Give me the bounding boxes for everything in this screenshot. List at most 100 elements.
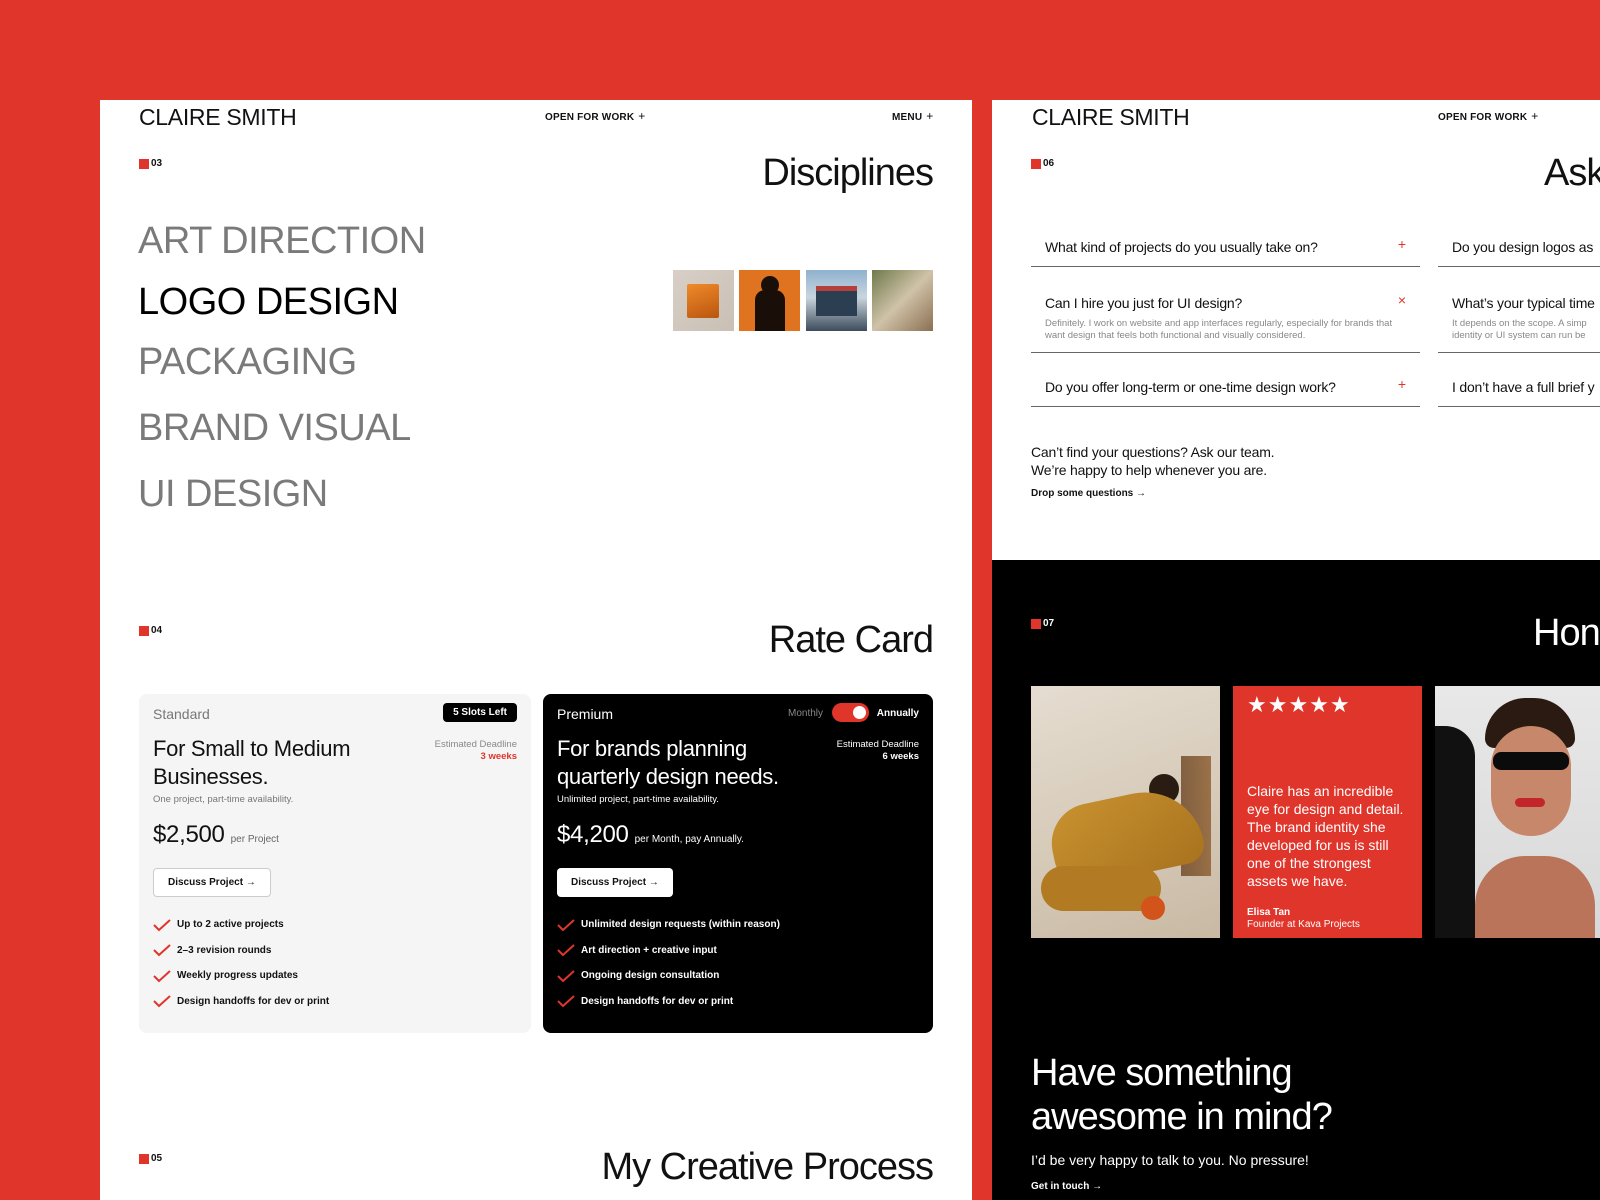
page-panel-testimonials: 07 Hon ★★★★★ Claire has an incredible ey… (992, 560, 1600, 1200)
section-number-07: 07 (1031, 618, 1054, 629)
discipline-ui-design[interactable]: UI DESIGN (138, 473, 328, 516)
premium-price: $4,200 (557, 821, 629, 848)
thumbnail-silhouette[interactable] (739, 270, 800, 331)
standard-deadline: Estimated Deadline 3 weeks (434, 739, 517, 762)
faq-item-projects[interactable]: What kind of projects do you usually tak… (1031, 225, 1420, 267)
faq-cta-line2: We’re happy to help whenever you are. (1031, 462, 1267, 478)
red-square-icon (139, 1153, 149, 1164)
thumbnail-portrait[interactable] (872, 270, 933, 331)
thumbnail-storefront[interactable] (806, 270, 867, 331)
discipline-packaging[interactable]: PACKAGING (138, 341, 357, 384)
premium-tier-label: Premium (557, 706, 614, 722)
toggle-knob (853, 706, 866, 719)
creative-process-title: My Creative Process (601, 1146, 934, 1188)
testimonial-quote: Claire has an incredible eye for design … (1247, 783, 1404, 889)
faq-item-timeline[interactable]: What’s your typical time It depends on t… (1438, 281, 1600, 353)
drop-questions-link[interactable]: Drop some questions → (1031, 488, 1146, 499)
red-square-icon (1031, 158, 1041, 169)
contact-headline-line2: awesome in mind? (1031, 1096, 1333, 1138)
section-number-05: 05 (139, 1153, 162, 1164)
premium-discuss-project-button[interactable]: Discuss Project → (557, 868, 673, 897)
section-number-04: 04 (139, 625, 162, 636)
plus-icon[interactable]: + (1398, 376, 1406, 392)
check-icon (557, 919, 575, 932)
standard-price-row: $2,500 per Project (153, 821, 279, 849)
premium-headline-line2: quarterly design needs. (557, 764, 779, 789)
standard-sub: One project, part-time availability. (153, 794, 294, 805)
disciplines-title: Disciplines (762, 152, 934, 194)
plus-icon: + (1531, 109, 1539, 123)
premium-plan-card: Premium Monthly Annually For brands plan… (543, 694, 933, 1033)
premium-features-list: Unlimited design requests (within reason… (557, 912, 780, 1014)
check-icon (557, 970, 575, 983)
standard-plan-card: Standard 5 Slots Left For Small to Mediu… (139, 694, 531, 1033)
plus-icon: + (926, 109, 934, 123)
testimonial-author: Elisa Tan (1247, 907, 1291, 918)
standard-headline-line1: For Small to Medium (153, 736, 351, 761)
discipline-brand-visual[interactable]: BRAND VISUAL (138, 407, 411, 450)
page-panel-left: CLAIRE SMITH OPEN FOR WORK + MENU + 03 Dis… (100, 100, 972, 1200)
premium-deadline: Estimated Deadline 6 weeks (836, 739, 919, 762)
feature-item: Ongoing design consultation (557, 963, 780, 989)
premium-headline-line1: For brands planning (557, 736, 747, 761)
five-star-rating-icon: ★★★★★ (1247, 692, 1351, 717)
check-icon (557, 995, 575, 1008)
close-icon[interactable]: × (1398, 292, 1406, 308)
testimonial-photo-woman-reclining (1031, 686, 1220, 938)
faq-item-logos[interactable]: Do you design logos as (1438, 225, 1600, 267)
feature-item: 2–3 revision rounds (153, 938, 329, 964)
slots-left-badge: 5 Slots Left (443, 703, 517, 722)
feature-item: Design handoffs for dev or print (153, 989, 329, 1015)
check-icon (557, 944, 575, 957)
rate-card-title: Rate Card (768, 619, 934, 661)
open-for-work-link[interactable]: OPEN FOR WORK + (545, 109, 645, 123)
billing-toggle[interactable] (832, 703, 869, 722)
faq-item-no-brief[interactable]: I don’t have a full brief y (1438, 365, 1600, 407)
red-square-icon (139, 158, 149, 169)
standard-tier-label: Standard (153, 706, 210, 722)
faq-title: Ask (1544, 152, 1600, 194)
testimonial-photo-woman-sunglasses (1435, 686, 1600, 938)
standard-price: $2,500 (153, 821, 225, 848)
plus-icon[interactable]: + (1398, 236, 1406, 252)
premium-sub: Unlimited project, part-time availabilit… (557, 794, 719, 805)
faq-cta-line1: Can’t find your questions? Ask our team. (1031, 444, 1275, 460)
faq-item-ui-design[interactable]: Can I hire you just for UI design? × Def… (1031, 281, 1420, 353)
feature-item: Design handoffs for dev or print (557, 989, 780, 1015)
feature-item: Up to 2 active projects (153, 912, 329, 938)
check-icon (153, 919, 171, 932)
feature-item: Weekly progress updates (153, 963, 329, 989)
standard-features-list: Up to 2 active projects 2–3 revision rou… (153, 912, 329, 1014)
thumbnail-orange-cube[interactable] (673, 270, 734, 331)
faq-item-long-term[interactable]: Do you offer long-term or one-time desig… (1031, 365, 1420, 407)
contact-sub: I’d be very happy to talk to you. No pre… (1031, 1152, 1309, 1168)
contact-headline-line1: Have something (1031, 1052, 1293, 1094)
discipline-logo-design[interactable]: LOGO DESIGN (138, 281, 399, 324)
billing-monthly-label[interactable]: Monthly (788, 708, 823, 719)
testimonial-quote-card: ★★★★★ Claire has an incredible eye for d… (1233, 686, 1422, 938)
testimonials-title: Hon (1533, 612, 1600, 654)
page-panel-faq: CLAIRE SMITH OPEN FOR WORK + 06 Ask What … (992, 100, 1600, 560)
get-in-touch-link[interactable]: Get in touch → (1031, 1181, 1102, 1192)
standard-discuss-project-button[interactable]: Discuss Project → (153, 868, 271, 897)
premium-price-unit: per Month, pay Annually. (634, 834, 744, 845)
testimonial-role: Founder at Kava Projects (1247, 919, 1360, 930)
premium-price-row: $4,200 per Month, pay Annually. (557, 821, 744, 849)
red-square-icon (1031, 618, 1041, 629)
brand-logo[interactable]: CLAIRE SMITH (1032, 104, 1190, 131)
open-for-work-link[interactable]: OPEN FOR WORK + (1438, 109, 1538, 123)
menu-button[interactable]: MENU + (892, 109, 933, 123)
feature-item: Art direction + creative input (557, 938, 780, 964)
section-number-06: 06 (1031, 158, 1054, 169)
plus-icon: + (638, 109, 646, 123)
check-icon (153, 944, 171, 957)
standard-price-unit: per Project (230, 834, 279, 845)
feature-item: Unlimited design requests (within reason… (557, 912, 780, 938)
billing-annually-label[interactable]: Annually (877, 708, 919, 719)
section-number-03: 03 (139, 158, 162, 169)
check-icon (153, 970, 171, 983)
brand-logo[interactable]: CLAIRE SMITH (139, 104, 297, 131)
standard-headline-line2: Businesses. (153, 764, 269, 789)
red-square-icon (139, 625, 149, 636)
discipline-art-direction[interactable]: ART DIRECTION (138, 220, 426, 263)
